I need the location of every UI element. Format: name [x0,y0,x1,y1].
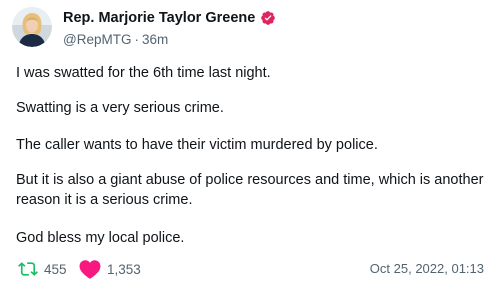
retweet-count: 455 [44,261,67,277]
like-count: 1,353 [107,261,141,277]
author-display-name[interactable]: Rep. Marjorie Taylor Greene [63,9,255,27]
tweet-author: Rep. Marjorie Taylor Greene @RepMTG · 36m [63,9,276,49]
retweet-icon [18,259,38,279]
tweet-paragraph: But it is also a giant abuse of police r… [16,172,484,208]
time-ago[interactable]: 36m [142,32,168,47]
tweet-paragraph: God bless my local police. [16,230,185,246]
like-button[interactable]: 1,353 [79,256,141,282]
tweet-card[interactable]: Rep. Marjorie Taylor Greene @RepMTG · 36m … [0,0,500,293]
heart-icon [79,259,101,279]
meta-separator: · [134,32,139,47]
avatar[interactable] [12,7,52,47]
tweet-paragraph: I was swatted for the 6th time last nigh… [16,65,271,81]
tweet-paragraph: The caller wants to have their victim mu… [16,137,378,153]
author-handle[interactable]: @RepMTG [63,32,131,47]
verified-badge-icon [260,10,276,26]
tweet-footer: 455 1,353 Oct 25, 2022, 01:13 [16,256,488,282]
tweet-paragraph: Swatting is a very serious crime. [16,100,224,116]
retweet-button[interactable]: 455 [18,256,67,282]
tweet-timestamp[interactable]: Oct 25, 2022, 01:13 [370,261,484,276]
